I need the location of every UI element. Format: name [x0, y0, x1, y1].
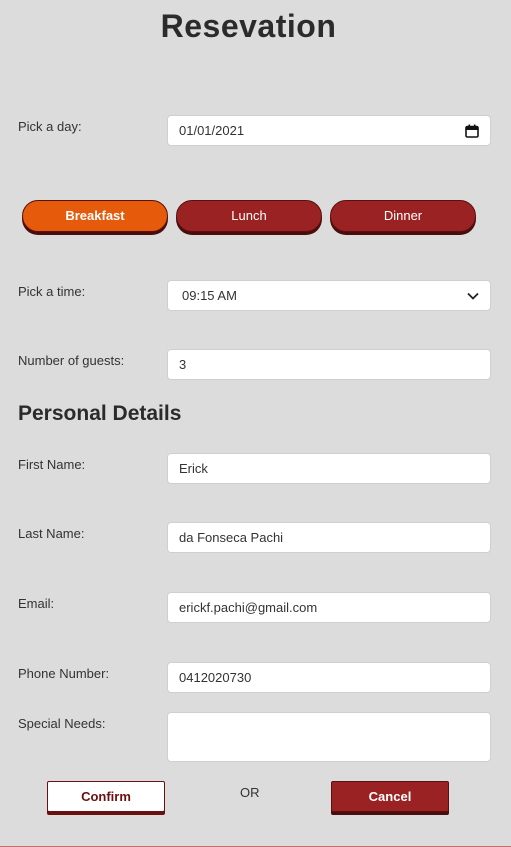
- time-label: Pick a time:: [18, 284, 86, 299]
- calendar-icon[interactable]: [465, 124, 479, 138]
- first-name-input[interactable]: Erick: [167, 453, 491, 484]
- page-title: Resevation: [160, 8, 337, 44]
- last-name-value: da Fonseca Pachi: [179, 530, 284, 545]
- phone-label: Phone Number:: [18, 666, 110, 681]
- day-label: Pick a day:: [18, 119, 82, 134]
- email-label: Email:: [18, 596, 55, 611]
- personal-details-heading: Personal Details: [18, 402, 182, 425]
- confirm-button[interactable]: Confirm: [47, 781, 165, 812]
- last-name-input[interactable]: da Fonseca Pachi: [167, 522, 491, 553]
- or-separator: OR: [240, 785, 260, 800]
- last-name-label: Last Name:: [18, 526, 85, 541]
- first-name-value: Erick: [179, 461, 208, 476]
- lunch-button[interactable]: Lunch: [176, 200, 322, 232]
- phone-value: 0412020730: [179, 670, 252, 685]
- dinner-button[interactable]: Dinner: [330, 200, 476, 232]
- time-select[interactable]: 09:15 AM: [167, 280, 491, 311]
- phone-input[interactable]: 0412020730: [167, 662, 491, 693]
- cancel-button[interactable]: Cancel: [331, 781, 449, 812]
- guests-input[interactable]: 3: [167, 349, 491, 380]
- email-input[interactable]: erickf.pachi@gmail.com: [167, 592, 491, 623]
- first-name-label: First Name:: [18, 457, 86, 472]
- chevron-down-icon: [467, 292, 479, 300]
- date-input[interactable]: 01/01/2021: [167, 115, 491, 146]
- time-value: 09:15 AM: [182, 288, 237, 303]
- breakfast-button[interactable]: Breakfast: [22, 200, 168, 232]
- guests-label: Number of guests:: [18, 353, 125, 368]
- date-value: 01/01/2021: [179, 123, 245, 138]
- special-needs-textarea[interactable]: [167, 712, 491, 762]
- email-value: erickf.pachi@gmail.com: [179, 600, 318, 615]
- special-needs-label: Special Needs:: [18, 716, 106, 731]
- guests-value: 3: [179, 357, 187, 372]
